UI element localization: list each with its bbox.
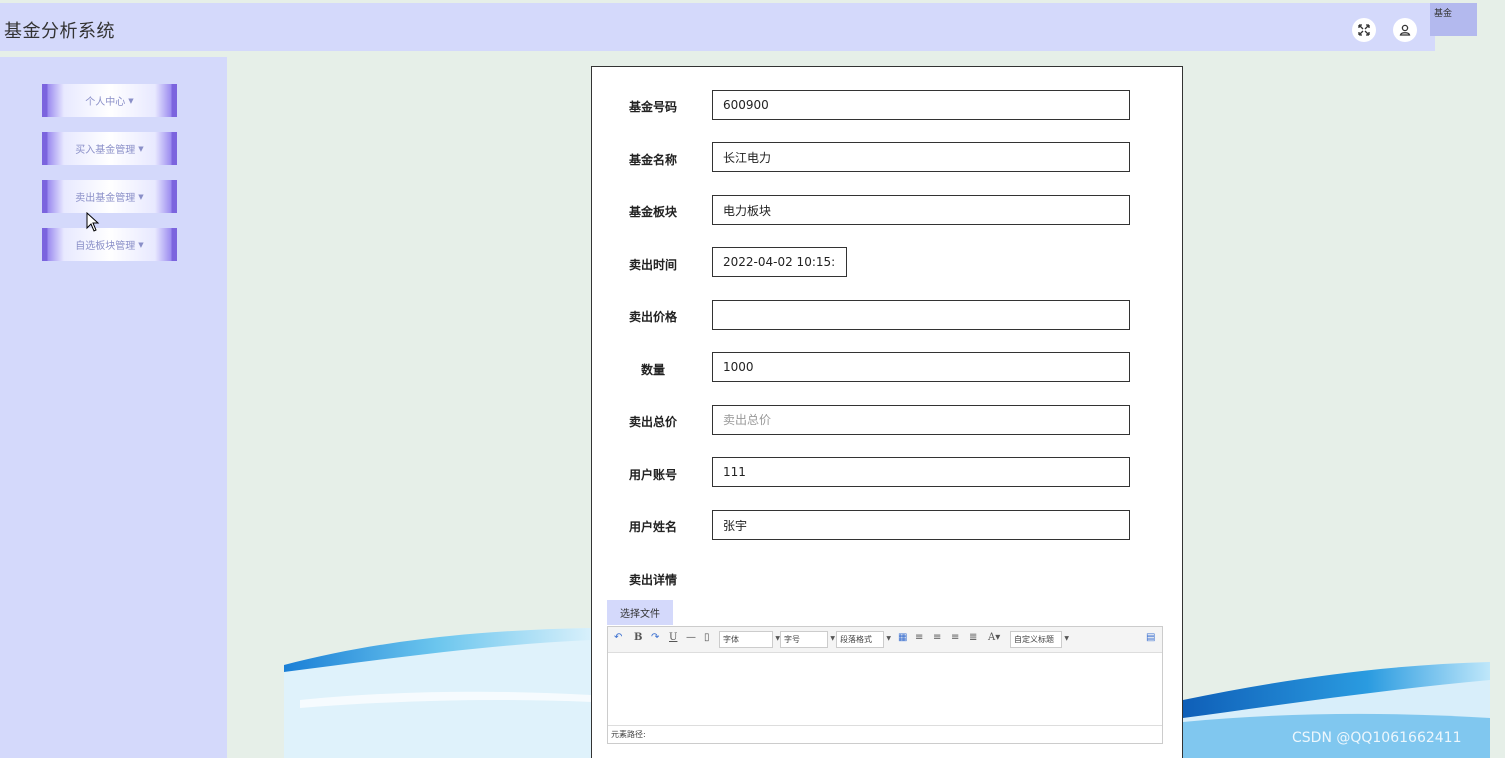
user-button[interactable] <box>1393 18 1417 42</box>
font-family-select[interactable]: 字体 ▼ <box>719 631 780 648</box>
sell-time-input[interactable] <box>712 247 847 277</box>
paragraph-format-select[interactable]: 段落格式 ▼ <box>836 631 891 648</box>
page: 基金分析系统 基金 个人中心 ▼ 买入基金管理 ▼ 卖出基金管理 ▼ 自选板块管… <box>0 0 1505 758</box>
font-size-value: 字号 <box>784 635 800 644</box>
fund-code-label: 基金号码 <box>628 100 677 114</box>
chevron-down-icon: ▼ <box>886 635 891 642</box>
corner-tab[interactable]: 基金 <box>1430 3 1477 36</box>
quantity-input[interactable] <box>712 352 1130 382</box>
fullscreen-button[interactable] <box>1352 18 1376 42</box>
fund-code-input[interactable] <box>712 90 1130 120</box>
user-name-input[interactable] <box>712 510 1130 540</box>
editor-status-bar: 元素路径: <box>608 725 1162 743</box>
chevron-down-icon: ▼ <box>830 635 835 642</box>
sell-total-input[interactable] <box>712 405 1130 435</box>
bold-icon[interactable]: B <box>634 632 642 643</box>
user-name-label: 用户姓名 <box>628 520 677 534</box>
choose-file-button[interactable]: 选择文件 <box>607 600 673 625</box>
element-path-label: 元素路径: <box>611 730 646 739</box>
fund-sector-label: 基金板块 <box>628 205 677 219</box>
user-account-label: 用户账号 <box>628 468 677 482</box>
redo-icon[interactable]: ↷ <box>651 632 659 643</box>
align-center-icon[interactable]: ≡ <box>933 632 941 643</box>
editor-content-area[interactable] <box>608 653 1162 725</box>
user-icon <box>1399 24 1411 36</box>
sell-price-input[interactable] <box>712 300 1130 330</box>
custom-title-value: 自定义标题 <box>1014 635 1054 644</box>
underline-icon[interactable]: U <box>669 632 677 643</box>
top-header: 基金分析系统 <box>0 3 1435 51</box>
sell-time-label: 卖出时间 <box>628 258 677 272</box>
undo-icon[interactable]: ↶ <box>614 632 622 643</box>
align-right-icon[interactable]: ≡ <box>951 632 959 643</box>
caret-down-icon: ▼ <box>138 192 144 201</box>
paragraph-format-value: 段落格式 <box>840 635 872 644</box>
fund-name-input[interactable] <box>712 142 1130 172</box>
caret-down-icon: ▼ <box>128 96 134 105</box>
fund-name-label: 基金名称 <box>628 153 677 167</box>
corner-tab-label: 基金 <box>1434 9 1453 19</box>
sell-fund-form: 基金号码 基金名称 基金板块 卖出时间 卖出价格 数量 卖出总价 用户账号 用户… <box>591 66 1183 758</box>
align-justify-icon[interactable]: ≣ <box>969 632 977 643</box>
sidebar-item-label: 自选板块管理 <box>75 241 136 252</box>
watermark: CSDN @QQ1061662411 <box>1292 730 1462 746</box>
horizontal-rule-icon[interactable]: — <box>686 632 696 643</box>
rich-text-editor: ↶ B ↷ U — ▯ 字体 ▼ 字号 ▼ 段落格式 ▼ ▦ ≡ ≡ ≡ ≣ A… <box>607 626 1163 744</box>
sell-detail-label: 卖出详情 <box>628 573 677 587</box>
source-code-icon[interactable]: ▤ <box>1146 632 1155 643</box>
font-family-value: 字体 <box>723 635 739 644</box>
quantity-label: 数量 <box>640 363 665 377</box>
align-left-icon[interactable]: ≡ <box>915 632 923 643</box>
sidebar-item-sell-fund[interactable]: 卖出基金管理 ▼ <box>42 180 177 213</box>
caret-down-icon: ▼ <box>138 144 144 153</box>
fullscreen-icon <box>1358 24 1370 36</box>
sidebar-item-label: 个人中心 <box>85 97 126 108</box>
custom-title-select[interactable]: 自定义标题 ▼ <box>1010 631 1069 648</box>
sell-total-label: 卖出总价 <box>628 415 677 429</box>
sidebar-item-personal-center[interactable]: 个人中心 ▼ <box>42 84 177 117</box>
font-size-select[interactable]: 字号 ▼ <box>780 631 835 648</box>
blank-page-icon[interactable]: ▯ <box>704 632 710 643</box>
fund-sector-input[interactable] <box>712 195 1130 225</box>
mouse-cursor-icon <box>86 212 100 232</box>
sidebar-item-buy-fund[interactable]: 买入基金管理 ▼ <box>42 132 177 165</box>
app-title: 基金分析系统 <box>4 21 115 42</box>
table-icon[interactable]: ▦ <box>898 632 907 643</box>
chevron-down-icon: ▼ <box>1064 635 1069 642</box>
font-color-icon[interactable]: A▾ <box>988 632 1000 643</box>
sidebar-item-label: 买入基金管理 <box>75 145 136 156</box>
editor-toolbar: ↶ B ↷ U — ▯ 字体 ▼ 字号 ▼ 段落格式 ▼ ▦ ≡ ≡ ≡ ≣ A… <box>608 627 1162 653</box>
sell-price-label: 卖出价格 <box>628 310 677 324</box>
sidebar-item-label: 卖出基金管理 <box>75 193 136 204</box>
caret-down-icon: ▼ <box>138 240 144 249</box>
sidebar-item-watchlist-sector[interactable]: 自选板块管理 ▼ <box>42 228 177 261</box>
sidebar: 个人中心 ▼ 买入基金管理 ▼ 卖出基金管理 ▼ 自选板块管理 ▼ <box>0 57 227 758</box>
user-account-input[interactable] <box>712 457 1130 487</box>
